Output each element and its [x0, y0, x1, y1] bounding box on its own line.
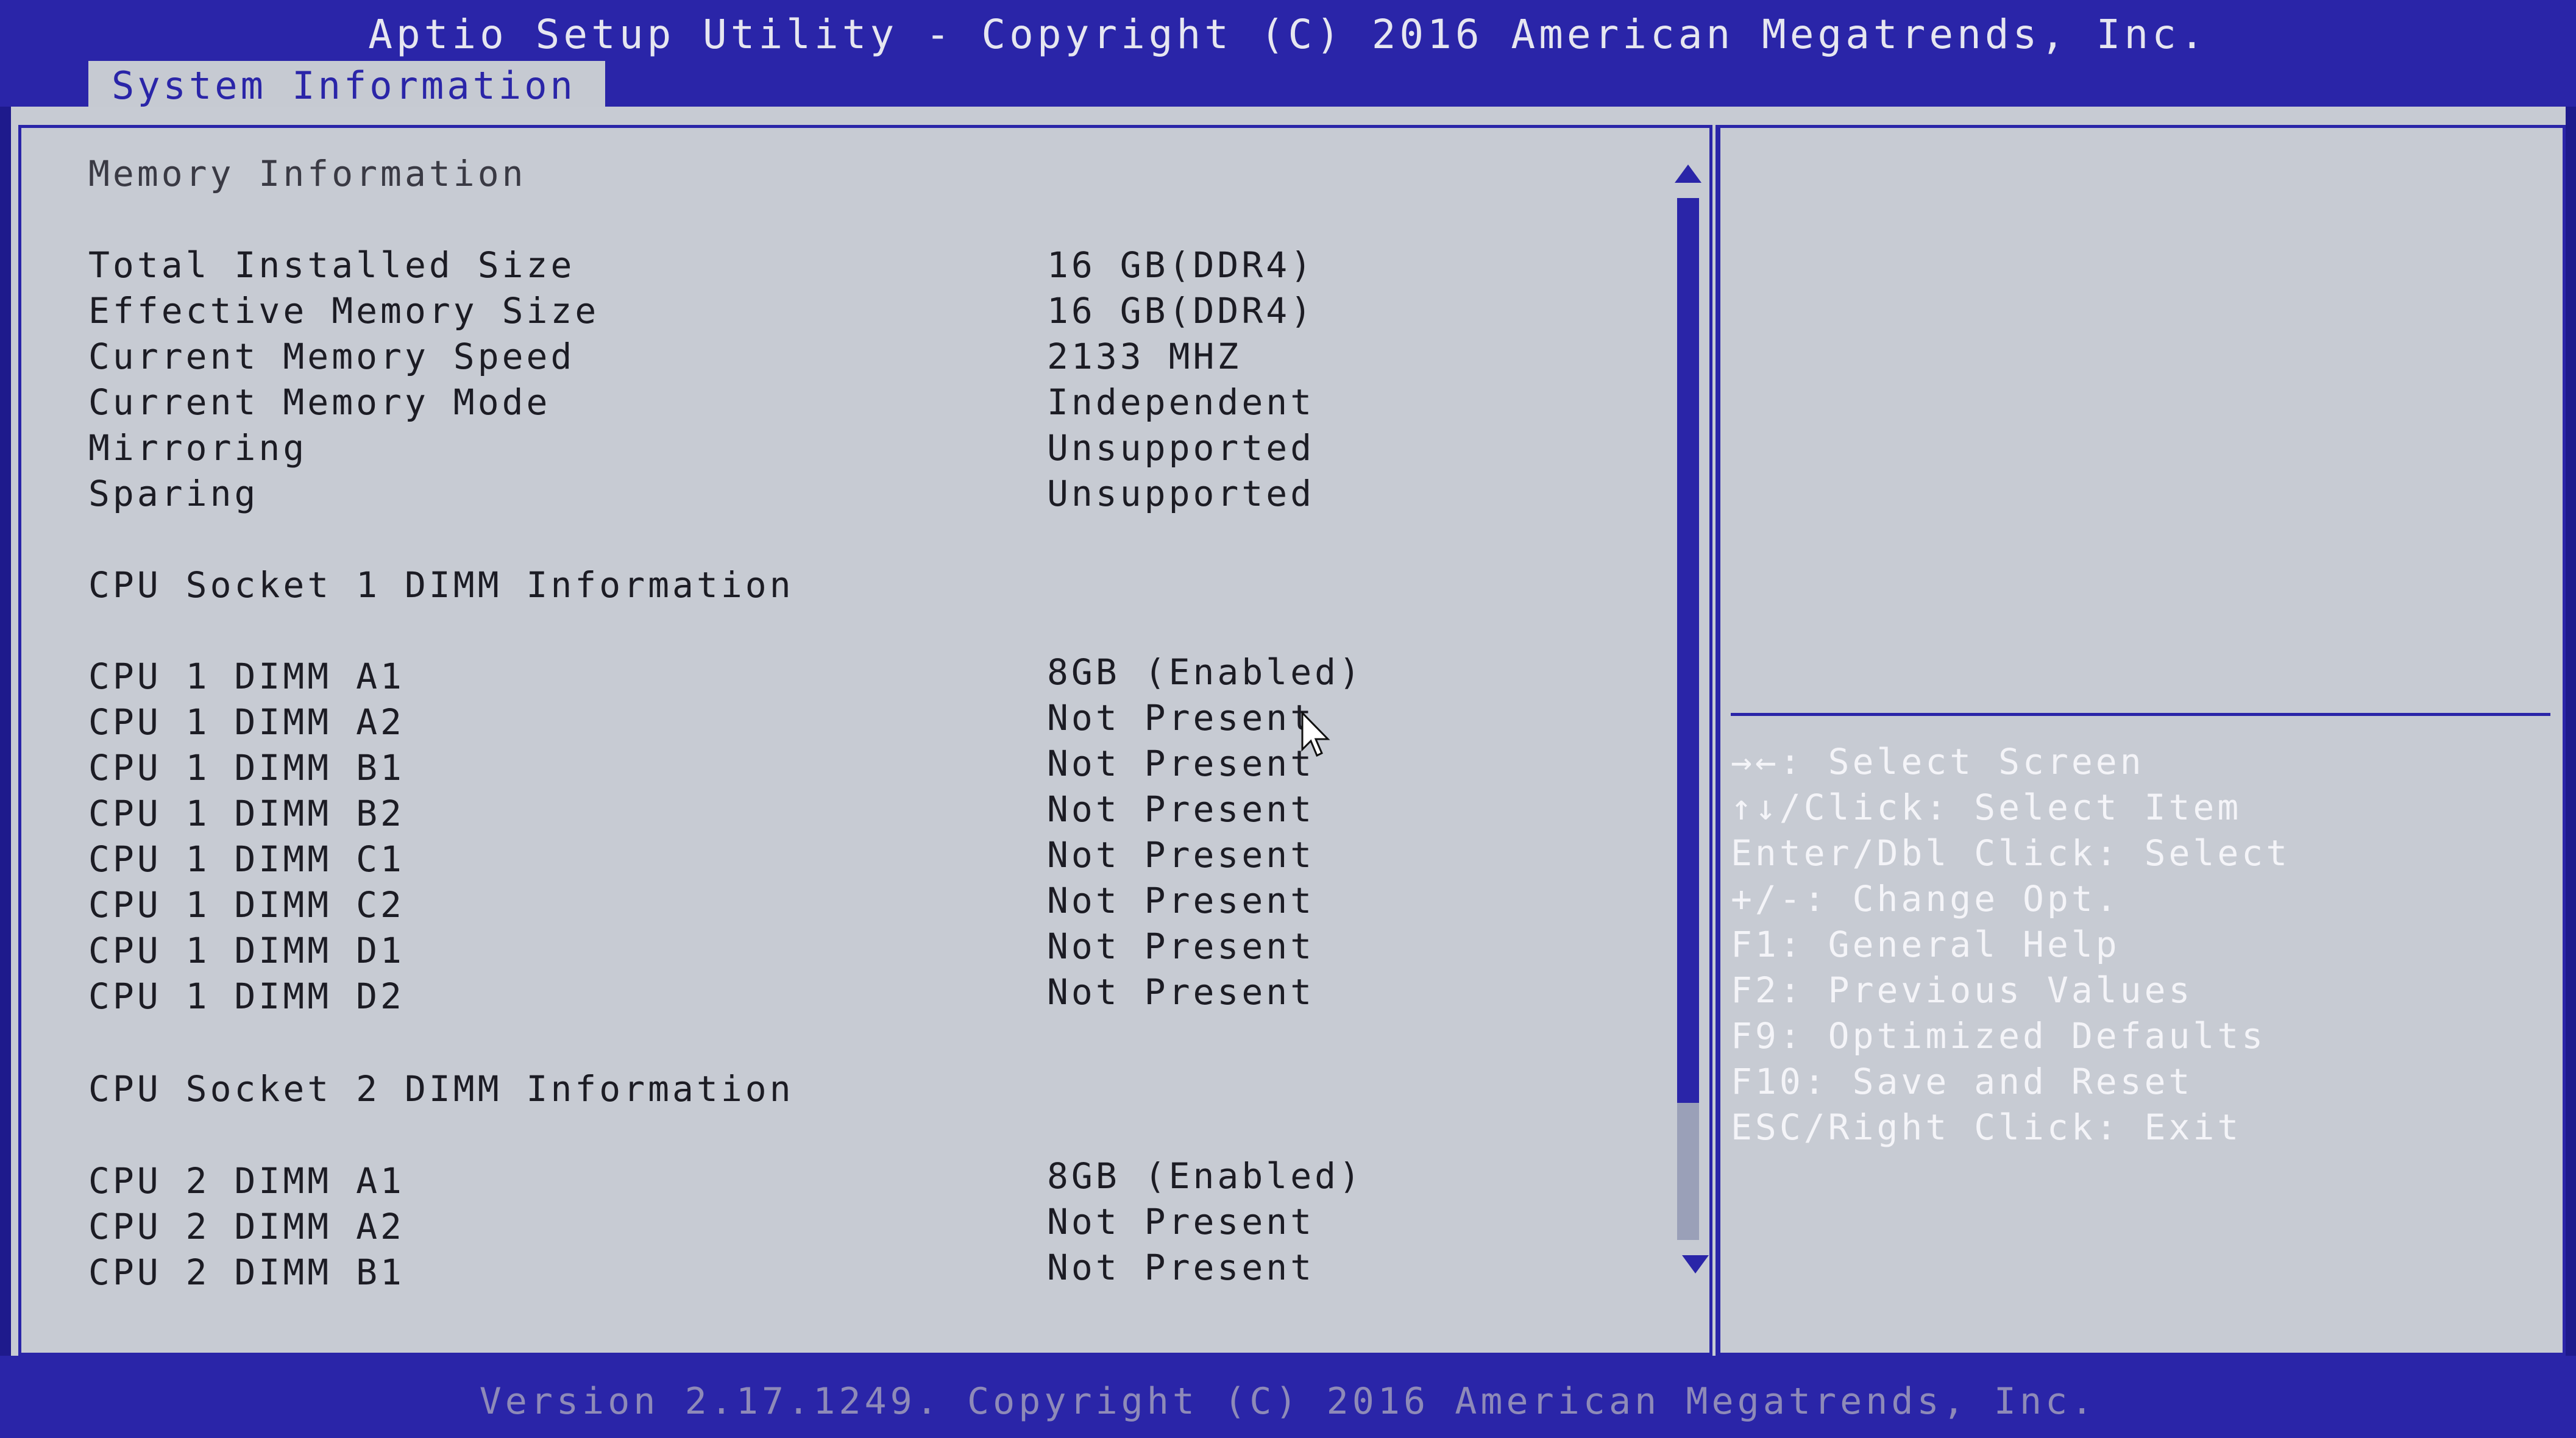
label-mirroring: Mirroring: [88, 427, 308, 469]
header-bar: Aptio Setup Utility - Copyright (C) 2016…: [0, 0, 2576, 108]
label-total-installed-size: Total Installed Size: [88, 244, 575, 286]
label-effective-memory-size: Effective Memory Size: [88, 290, 600, 331]
value-mirroring: Unsupported: [1047, 427, 1315, 469]
label-cpu1-dimm-b2: CPU 1 DIMM B2: [88, 793, 405, 834]
value-cpu1-dimm-c2: Not Present: [1047, 880, 1315, 921]
mouse-pointer-icon: [1301, 712, 1330, 757]
value-sparing: Unsupported: [1047, 473, 1315, 514]
label-cpu2-dimm-b1: CPU 2 DIMM B1: [88, 1252, 405, 1293]
label-cpu1-dimm-b1: CPU 1 DIMM B1: [88, 747, 405, 788]
value-cpu1-dimm-d1: Not Present: [1047, 926, 1315, 967]
help-select-screen: →←: Select Screen: [1731, 741, 2145, 782]
label-cpu1-dimm-c1: CPU 1 DIMM C1: [88, 838, 405, 880]
help-select: Enter/Dbl Click: Select: [1731, 832, 2291, 874]
help-optimized-defaults: F9: Optimized Defaults: [1731, 1015, 2266, 1057]
value-cpu2-dimm-b1: Not Present: [1047, 1247, 1315, 1288]
label-current-memory-speed: Current Memory Speed: [88, 336, 575, 377]
value-cpu1-dimm-c1: Not Present: [1047, 834, 1315, 876]
value-total-installed-size: 16 GB(DDR4): [1047, 244, 1315, 286]
app-title: Aptio Setup Utility - Copyright (C) 2016…: [368, 11, 2208, 58]
section-memory-information: Memory Information: [88, 153, 527, 194]
label-current-memory-mode: Current Memory Mode: [88, 381, 551, 423]
scrollbar-thumb[interactable]: [1677, 198, 1699, 1103]
value-cpu1-dimm-a1: 8GB (Enabled): [1047, 651, 1363, 693]
section-cpu-socket-2: CPU Socket 2 DIMM Information: [88, 1068, 794, 1110]
help-change-opt: +/-: Change Opt.: [1731, 878, 2120, 919]
value-effective-memory-size: 16 GB(DDR4): [1047, 290, 1315, 331]
label-cpu2-dimm-a1: CPU 2 DIMM A1: [88, 1160, 405, 1202]
value-current-memory-mode: Independent: [1047, 381, 1315, 423]
label-cpu1-dimm-a2: CPU 1 DIMM A2: [88, 701, 405, 743]
help-exit: ESC/Right Click: Exit: [1731, 1107, 2242, 1148]
help-previous-values: F2: Previous Values: [1731, 969, 2193, 1011]
version-text: Version 2.17.1249. Copyright (C) 2016 Am…: [479, 1380, 2097, 1423]
label-cpu1-dimm-a1: CPU 1 DIMM A1: [88, 656, 405, 697]
help-select-item: ↑↓/Click: Select Item: [1731, 787, 2242, 828]
value-cpu2-dimm-a1: 8GB (Enabled): [1047, 1155, 1363, 1197]
label-cpu2-dimm-a2: CPU 2 DIMM A2: [88, 1206, 405, 1247]
label-cpu1-dimm-d2: CPU 1 DIMM D2: [88, 976, 405, 1017]
tab-label: System Information: [112, 63, 576, 108]
scroll-down-arrow-icon[interactable]: [1682, 1255, 1709, 1273]
section-cpu-socket-1: CPU Socket 1 DIMM Information: [88, 564, 794, 606]
label-cpu1-dimm-c2: CPU 1 DIMM C2: [88, 884, 405, 926]
label-cpu1-dimm-d1: CPU 1 DIMM D1: [88, 930, 405, 971]
help-general-help: F1: General Help: [1731, 924, 2120, 965]
value-cpu1-dimm-b2: Not Present: [1047, 788, 1315, 830]
tab-system-information[interactable]: System Information: [88, 61, 605, 108]
scroll-up-arrow-icon[interactable]: [1675, 165, 1701, 183]
value-cpu1-dimm-b1: Not Present: [1047, 743, 1315, 784]
label-sparing: Sparing: [88, 473, 259, 514]
value-cpu2-dimm-a2: Not Present: [1047, 1201, 1315, 1242]
value-cpu1-dimm-d2: Not Present: [1047, 971, 1315, 1013]
footer-bar: Version 2.17.1249. Copyright (C) 2016 Am…: [0, 1356, 2576, 1438]
value-cpu1-dimm-a2: Not Present: [1047, 697, 1315, 738]
value-current-memory-speed: 2133 MHZ: [1047, 336, 1242, 377]
help-save-and-reset: F10: Save and Reset: [1731, 1061, 2193, 1102]
help-separator: [1731, 713, 2550, 716]
pane-divider: [1716, 125, 1720, 1356]
